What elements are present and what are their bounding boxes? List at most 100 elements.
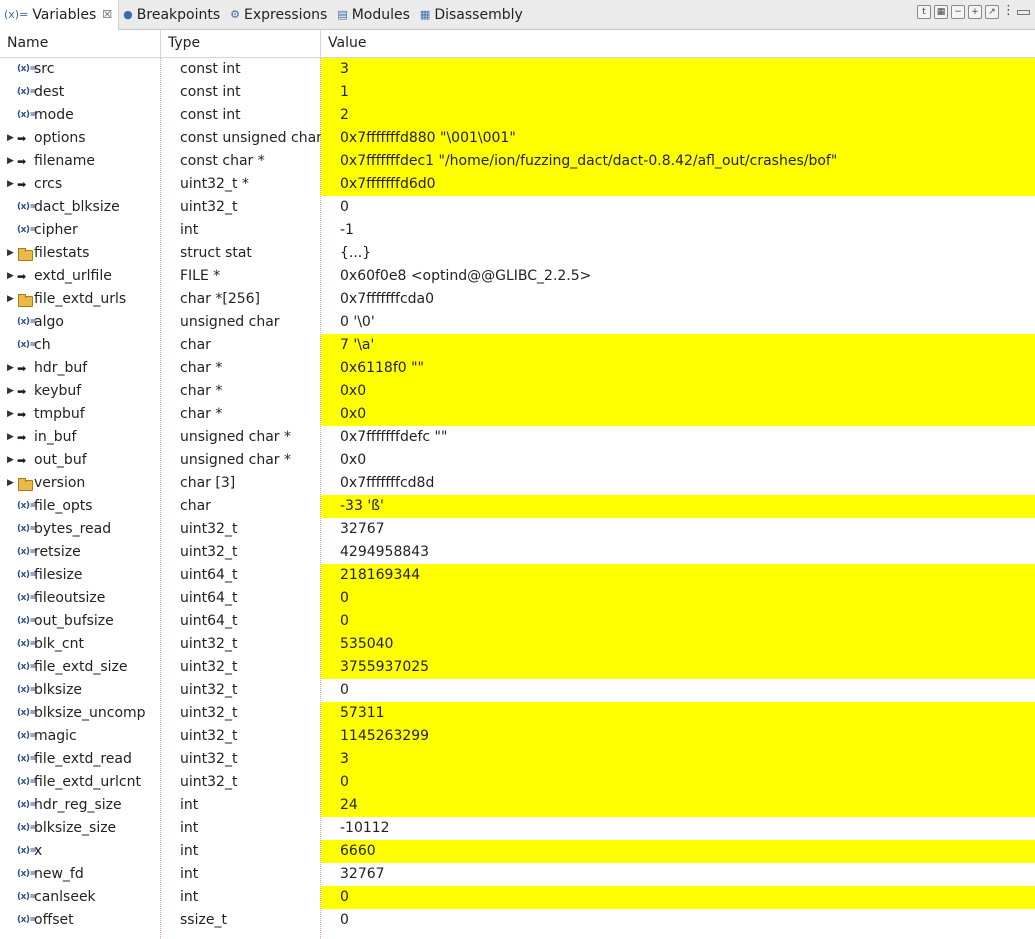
variable-value[interactable]: 32767 (321, 518, 1035, 541)
table-row[interactable]: (x)= file_opts char -33 'ß' (0, 495, 1035, 518)
tab-breakpoints[interactable]: ● Breakpoints (119, 0, 226, 30)
close-icon[interactable]: ☒ (102, 8, 112, 21)
table-row[interactable]: (x)= blk_cnt uint32_t 535040 (0, 633, 1035, 656)
chevron-right-icon[interactable]: ▶ (6, 403, 15, 426)
column-name-header[interactable]: Name (0, 30, 161, 58)
variable-value[interactable]: 0 (321, 771, 1035, 794)
variable-value[interactable]: 0x7fffffffd6d0 (321, 173, 1035, 196)
table-row[interactable]: ▶ file_extd_urls char *[256] 0x7fffffffcda0 (0, 288, 1035, 311)
table-row[interactable]: (x)= offset ssize_t 0 (0, 909, 1035, 932)
variable-value[interactable]: 0x0 (321, 403, 1035, 426)
table-row[interactable]: ▶ ➡ in_buf unsigned char * 0x7fffffffdefc "" (0, 426, 1035, 449)
collapse-all-icon[interactable]: − (951, 5, 965, 19)
table-row[interactable]: (x)= cipher int -1 (0, 219, 1035, 242)
table-row[interactable]: ▶ ➡ keybuf char * 0x0 (0, 380, 1035, 403)
variable-value[interactable]: 2 (321, 104, 1035, 127)
table-row[interactable]: (x)= dest const int 1 (0, 81, 1035, 104)
table-row[interactable]: (x)= canlseek int 0 (0, 886, 1035, 909)
chevron-right-icon[interactable]: ▶ (6, 242, 15, 265)
variable-value[interactable]: 6660 (321, 840, 1035, 863)
variable-value[interactable]: 1 (321, 81, 1035, 104)
variable-value[interactable]: 0 '\0' (321, 311, 1035, 334)
export-icon[interactable]: ↗ (985, 5, 999, 19)
tab-variables[interactable]: (x)= Variables ☒ (0, 0, 120, 30)
table-row[interactable]: (x)= blksize_size int -10112 (0, 817, 1035, 840)
variable-value[interactable]: 3755937025 (321, 656, 1035, 679)
variable-value[interactable]: -1 (321, 219, 1035, 242)
table-row[interactable]: (x)= file_extd_read uint32_t 3 (0, 748, 1035, 771)
table-row[interactable]: (x)= out_bufsize uint64_t 0 (0, 610, 1035, 633)
variable-value[interactable]: 3 (321, 58, 1035, 81)
variable-value[interactable]: 0x0 (321, 380, 1035, 403)
table-row[interactable]: ▶ ➡ hdr_buf char * 0x6118f0 "" (0, 357, 1035, 380)
table-row[interactable]: (x)= hdr_reg_size int 24 (0, 794, 1035, 817)
show-type-names-icon[interactable]: t (917, 5, 931, 19)
table-row[interactable]: (x)= retsize uint32_t 4294958843 (0, 541, 1035, 564)
create-watch-icon[interactable]: + (968, 5, 982, 19)
variable-value[interactable]: -10112 (321, 817, 1035, 840)
chevron-right-icon[interactable]: ▶ (6, 127, 15, 150)
variable-value[interactable]: 535040 (321, 633, 1035, 656)
chevron-right-icon[interactable]: ▶ (6, 472, 15, 495)
column-value-header[interactable]: Value (321, 30, 1035, 58)
variable-value[interactable]: 0 (321, 610, 1035, 633)
chevron-right-icon[interactable]: ▶ (6, 265, 15, 288)
table-row[interactable]: (x)= src const int 3 (0, 58, 1035, 81)
table-row[interactable]: (x)= blksize_uncomp uint32_t 57311 (0, 702, 1035, 725)
table-row[interactable]: (x)= ch char 7 '\a' (0, 334, 1035, 357)
variable-value[interactable]: 0x7fffffffcd8d (321, 472, 1035, 495)
table-row[interactable]: ▶ ➡ tmpbuf char * 0x0 (0, 403, 1035, 426)
variable-value[interactable]: 0 (321, 587, 1035, 610)
variable-value[interactable]: 0x7fffffffdec1 "/home/ion/fuzzing_dact/d… (321, 150, 1035, 173)
variable-value[interactable]: 0 (321, 886, 1035, 909)
table-row[interactable]: (x)= magic uint32_t 1145263299 (0, 725, 1035, 748)
variable-value[interactable]: 24 (321, 794, 1035, 817)
variable-value[interactable]: 218169344 (321, 564, 1035, 587)
tab-disassembly[interactable]: ▦ Disassembly (416, 0, 529, 30)
variable-value[interactable]: 1145263299 (321, 725, 1035, 748)
table-row[interactable]: ▶ ➡ filename const char * 0x7fffffffdec1 "/h… (0, 150, 1035, 173)
chevron-right-icon[interactable]: ▶ (6, 150, 15, 173)
chevron-right-icon[interactable]: ▶ (6, 449, 15, 472)
variable-value[interactable]: 0x6118f0 "" (321, 357, 1035, 380)
chevron-right-icon[interactable]: ▶ (6, 173, 15, 196)
chevron-right-icon[interactable]: ▶ (6, 357, 15, 380)
variable-value[interactable]: 32767 (321, 863, 1035, 886)
table-row[interactable]: ▶ ➡ options const unsigned char * 0x7fffffff… (0, 127, 1035, 150)
tab-modules[interactable]: ▤ Modules (333, 0, 416, 30)
variable-value[interactable]: -33 'ß' (321, 495, 1035, 518)
table-row[interactable]: (x)= file_extd_urlcnt uint32_t 0 (0, 771, 1035, 794)
chevron-right-icon[interactable]: ▶ (6, 426, 15, 449)
view-menu-icon[interactable]: ⋮ (1002, 4, 1015, 19)
table-row[interactable]: (x)= x int 6660 (0, 840, 1035, 863)
table-row[interactable]: ▶ ➡ extd_urlfile FILE * 0x60f0e8 <optind@@GL… (0, 265, 1035, 288)
variable-value[interactable]: 4294958843 (321, 541, 1035, 564)
variable-value[interactable]: 0x7fffffffd880 "\001\001" (321, 127, 1035, 150)
column-type-header[interactable]: Type (161, 30, 321, 58)
table-row[interactable]: (x)= dact_blksize uint32_t 0 (0, 196, 1035, 219)
table-row[interactable]: ▶ version char [3] 0x7fffffffcd8d (0, 472, 1035, 495)
variable-value[interactable]: 0 (321, 679, 1035, 702)
table-row[interactable]: (x)= algo unsigned char 0 '\0' (0, 311, 1035, 334)
variable-value[interactable]: 0x0 (321, 449, 1035, 472)
tab-expressions[interactable]: ⚙ Expressions (226, 0, 333, 30)
chevron-right-icon[interactable]: ▶ (6, 288, 15, 311)
table-row[interactable]: ▶ ➡ crcs uint32_t * 0x7fffffffd6d0 (0, 173, 1035, 196)
table-row[interactable]: (x)= new_fd int 32767 (0, 863, 1035, 886)
variable-value[interactable]: 0x7fffffffdefc "" (321, 426, 1035, 449)
table-row[interactable]: ▶ filestats struct stat {...} (0, 242, 1035, 265)
show-logical-structure-icon[interactable]: ▦ (934, 5, 948, 19)
variable-value[interactable]: {...} (321, 242, 1035, 265)
table-row[interactable]: (x)= blksize uint32_t 0 (0, 679, 1035, 702)
variable-value[interactable]: 3 (321, 748, 1035, 771)
variable-value[interactable]: 57311 (321, 702, 1035, 725)
variable-value[interactable]: 0 (321, 909, 1035, 932)
table-row[interactable]: ▶ ➡ out_buf unsigned char * 0x0 (0, 449, 1035, 472)
table-row[interactable]: (x)= bytes_read uint32_t 32767 (0, 518, 1035, 541)
table-row[interactable]: (x)= file_extd_size uint32_t 3755937025 (0, 656, 1035, 679)
variable-value[interactable]: 0x7fffffffcda0 (321, 288, 1035, 311)
variable-value[interactable]: 7 '\a' (321, 334, 1035, 357)
minimize-icon[interactable] (1015, 5, 1031, 19)
variable-value[interactable]: 0x60f0e8 <optind@@GLIBC_2.2.5> (321, 265, 1035, 288)
chevron-right-icon[interactable]: ▶ (6, 380, 15, 403)
